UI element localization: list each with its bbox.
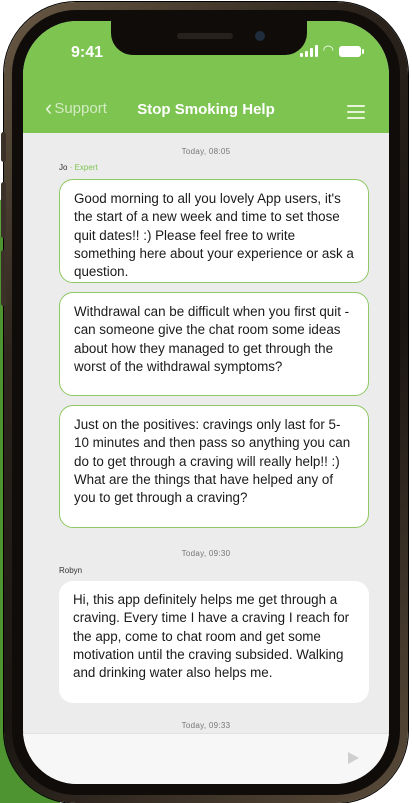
message-bubble: Hi, this app definitely helps me get thr… xyxy=(59,581,369,703)
sender-label: Jo · Expert xyxy=(59,163,98,172)
sender-name: Jo xyxy=(59,163,68,172)
menu-icon[interactable] xyxy=(347,105,365,123)
side-button-mute xyxy=(1,132,6,162)
app-screen: 9:41 ◠ ‹ Support Stop Smoking Help Today… xyxy=(23,21,389,784)
message-bubble: Just on the positives: cravings only las… xyxy=(59,405,369,528)
page-title: Stop Smoking Help xyxy=(137,101,275,118)
message-timestamp: Today, 09:33 xyxy=(181,721,231,730)
front-camera xyxy=(255,31,265,41)
phone-bezel: 9:41 ◠ ‹ Support Stop Smoking Help Today… xyxy=(12,10,400,795)
sender-name: Robyn xyxy=(59,566,83,575)
wifi-icon: ◠ xyxy=(322,43,334,58)
status-time: 9:41 xyxy=(71,44,104,61)
notch xyxy=(111,21,307,55)
navigation-bar: ‹ Support Stop Smoking Help xyxy=(23,93,389,125)
earpiece-speaker xyxy=(177,33,233,39)
message-bubble: Good morning to all you lovely App users… xyxy=(59,179,369,283)
side-button-volume-down xyxy=(1,250,6,306)
phone-frame: 9:41 ◠ ‹ Support Stop Smoking Help Today… xyxy=(1,2,408,803)
message-composer[interactable] xyxy=(23,733,389,784)
status-icons: ◠ xyxy=(299,43,364,58)
message-bubble: Withdrawal can be difficult when you fir… xyxy=(59,292,369,396)
send-icon[interactable] xyxy=(348,752,359,764)
signal-icon xyxy=(299,45,318,57)
battery-icon xyxy=(339,46,364,57)
sender-role-badge: · Expert xyxy=(69,163,98,172)
message-timestamp: Today, 09:30 xyxy=(181,549,231,558)
message-timestamp: Today, 08:05 xyxy=(181,147,231,156)
side-button-volume-up xyxy=(1,182,6,238)
chat-thread[interactable]: Today, 08:05 Jo · Expert Good morning to… xyxy=(23,133,389,733)
